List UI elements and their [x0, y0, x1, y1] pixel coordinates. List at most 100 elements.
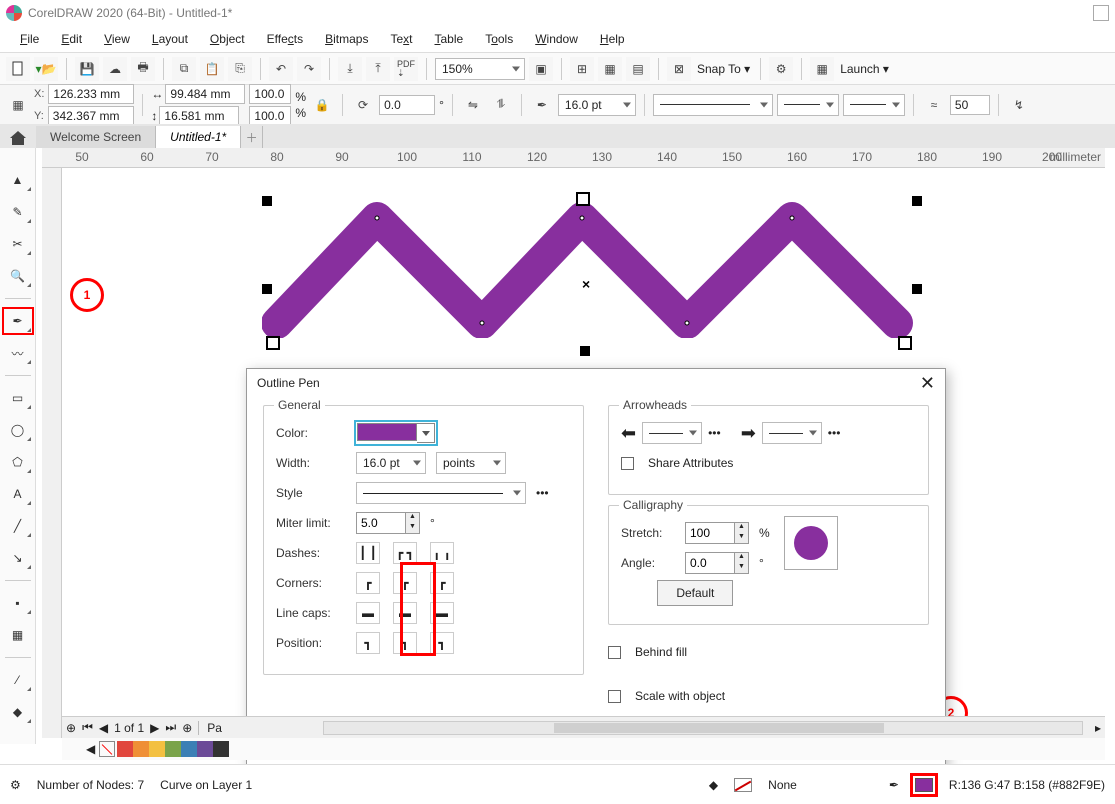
launch-icon[interactable]: ▦: [810, 57, 834, 81]
palette-left-icon[interactable]: ◀: [82, 742, 99, 756]
wrap-text-button[interactable]: ≈: [922, 93, 946, 117]
rectangle-tool[interactable]: ▭: [4, 386, 32, 410]
fill-none-swatch[interactable]: [734, 778, 752, 792]
menu-bitmaps[interactable]: Bitmaps: [315, 28, 378, 50]
tab-add[interactable]: ＋: [241, 126, 263, 148]
share-attributes-checkbox[interactable]: [621, 457, 634, 470]
dash-opt-3[interactable]: ╻ ╻: [430, 542, 454, 564]
page-add2-icon[interactable]: ⊕: [182, 721, 192, 735]
save-button[interactable]: 💾: [75, 57, 99, 81]
connector-tool[interactable]: ↘: [4, 546, 32, 570]
palette-swatch[interactable]: [181, 741, 197, 757]
menu-tools[interactable]: Tools: [475, 28, 523, 50]
corner-miter[interactable]: ┏: [356, 572, 380, 594]
line-style-combo[interactable]: [777, 94, 839, 116]
menu-effects[interactable]: Effects: [257, 28, 313, 50]
print-button[interactable]: 🖶: [131, 57, 155, 81]
width-input[interactable]: 16.0 pt: [356, 452, 426, 474]
menu-table[interactable]: Table: [425, 28, 474, 50]
palette-swatch[interactable]: [197, 741, 213, 757]
lock-ratio-button[interactable]: 🔒: [310, 93, 334, 117]
arrow-end-combo[interactable]: [762, 422, 822, 444]
paste-button[interactable]: 📋: [200, 57, 224, 81]
page-last-icon[interactable]: ⏭: [165, 720, 176, 735]
palette-swatch[interactable]: [213, 741, 229, 757]
stretch-input[interactable]: ▲▼: [685, 522, 749, 544]
eyedropper-tool[interactable]: ⁄: [4, 668, 32, 692]
menu-edit[interactable]: Edit: [51, 28, 92, 50]
arrow-start-more[interactable]: •••: [708, 426, 721, 440]
palette-swatch[interactable]: [165, 741, 181, 757]
transparency-tool[interactable]: ▦: [4, 623, 32, 647]
h-scrollbar[interactable]: [323, 721, 1083, 735]
polygon-tool[interactable]: ⬠: [4, 450, 32, 474]
miter-input[interactable]: ▲▼: [356, 512, 420, 534]
style-combo[interactable]: [356, 482, 526, 504]
palette-swatch[interactable]: [149, 741, 165, 757]
width-unit-combo[interactable]: points: [436, 452, 506, 474]
zigzag-curve[interactable]: [262, 178, 942, 338]
default-button[interactable]: Default: [657, 580, 733, 606]
crop-tool[interactable]: ✂: [4, 232, 32, 256]
page-prev-icon[interactable]: ◀: [99, 721, 108, 735]
angle-input[interactable]: ▲▼: [685, 552, 749, 574]
outline-width-combo[interactable]: 16.0 pt: [558, 94, 636, 116]
mirror-v-button[interactable]: ⥮: [489, 93, 513, 117]
pos-center[interactable]: ┓: [393, 632, 417, 654]
height-input[interactable]: 16.581 mm: [159, 106, 239, 126]
home-icon[interactable]: [8, 128, 28, 148]
export-button[interactable]: ⤒: [366, 57, 390, 81]
menu-file[interactable]: File: [10, 28, 49, 50]
y-input[interactable]: 342.367 mm: [48, 106, 134, 126]
fill-tool[interactable]: ◆: [4, 700, 32, 724]
page-add-icon[interactable]: ⊕: [66, 721, 76, 735]
cap-round[interactable]: ▬: [393, 602, 417, 624]
tab-untitled[interactable]: Untitled-1*: [156, 126, 241, 148]
options-button[interactable]: ⚙: [769, 57, 793, 81]
behind-fill-checkbox[interactable]: [608, 646, 621, 659]
text-tool[interactable]: A: [4, 482, 32, 506]
guides-button[interactable]: ▤: [626, 57, 650, 81]
page-first-icon[interactable]: ⏮: [82, 720, 93, 735]
page-next-icon[interactable]: ▶: [150, 721, 159, 735]
undo-button[interactable]: ↶: [269, 57, 293, 81]
x-input[interactable]: 126.233 mm: [48, 84, 134, 104]
new-button[interactable]: [6, 57, 30, 81]
open-button[interactable]: ▾📂: [34, 57, 58, 81]
zoom-combo[interactable]: 150%: [435, 58, 525, 80]
copy-button[interactable]: ⧉: [172, 57, 196, 81]
outline-pen-icon[interactable]: ✒: [530, 93, 554, 117]
palette-swatch[interactable]: [133, 741, 149, 757]
menu-layout[interactable]: Layout: [142, 28, 198, 50]
fill-swatch-icon[interactable]: ◆: [709, 778, 718, 792]
close-icon[interactable]: ✕: [920, 373, 935, 394]
tab-welcome[interactable]: Welcome Screen: [36, 126, 156, 148]
gear-icon[interactable]: ⚙: [10, 778, 21, 792]
menu-help[interactable]: Help: [590, 28, 635, 50]
convert-button[interactable]: ↯: [1007, 93, 1031, 117]
snap-to-dropdown[interactable]: Snap To ▾: [695, 62, 752, 76]
menu-object[interactable]: Object: [200, 28, 255, 50]
palette-swatch[interactable]: [117, 741, 133, 757]
clip-button[interactable]: ⎘: [228, 57, 252, 81]
pdf-button[interactable]: PDF⇣: [394, 57, 418, 81]
artistic-media-tool[interactable]: 〰: [4, 341, 32, 365]
mirror-h-button[interactable]: ⇋: [461, 93, 485, 117]
palette-none-icon[interactable]: [99, 741, 115, 757]
color-picker[interactable]: [356, 422, 436, 444]
launch-dropdown[interactable]: Launch ▾: [838, 62, 891, 76]
scale-y-input[interactable]: 100.0: [249, 106, 291, 126]
ellipse-tool[interactable]: ◯: [4, 418, 32, 442]
dash-opt-2[interactable]: ┏ ┓: [393, 542, 417, 564]
arrow-start-combo[interactable]: [642, 422, 702, 444]
shape-tool[interactable]: ✎: [4, 200, 32, 224]
rotate-icon[interactable]: ⟳: [351, 93, 375, 117]
ruler-button[interactable]: ⊞: [570, 57, 594, 81]
snap-off-button[interactable]: ⊠: [667, 57, 691, 81]
grid-button[interactable]: ▦: [598, 57, 622, 81]
freq-input[interactable]: 50: [950, 95, 990, 115]
redo-button[interactable]: ↷: [297, 57, 321, 81]
import-button[interactable]: ⤓: [338, 57, 362, 81]
cap-square[interactable]: ▬: [430, 602, 454, 624]
arrow-end-more[interactable]: •••: [828, 426, 841, 440]
